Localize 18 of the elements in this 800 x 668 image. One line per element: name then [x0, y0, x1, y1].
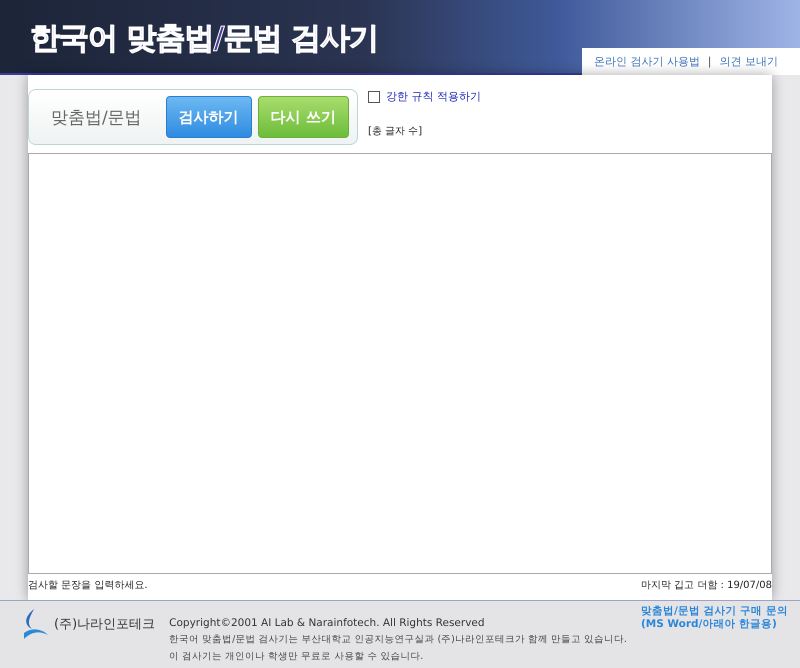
header-link[interactable]: 온라인 검사기 사용법 — [594, 54, 700, 69]
toolbar-label: 맞춤법/문법 — [51, 106, 142, 128]
company-name: (주)나라인포테크 — [54, 616, 156, 633]
purchase-link[interactable]: 맞춤법/문법 검사기 구매 문의 (MS Word/아래아 한글용) — [640, 605, 788, 668]
header-link[interactable]: 의견 보내기 — [720, 54, 778, 69]
rewrite-button[interactable]: 다시 쓰기 — [258, 96, 349, 138]
footer-note: 한국어 맞춤법/문법 검사기는 부산대학교 인공지능연구실과 (주)나라인포테크가 함께 만들고 있습니다. — [169, 633, 627, 646]
checkbox-label: 강한 규칙 적용하기 — [386, 89, 481, 104]
input-hint: 검사할 문장을 입력하세요. — [28, 579, 148, 592]
check-button[interactable]: 검사하기 — [166, 96, 252, 138]
link-separator: | — [708, 55, 712, 68]
char-count: [총 글자 수] — [368, 125, 424, 138]
page-title: 한국어 맞춤법/문법 검사기 — [30, 20, 378, 58]
copyright-text: Copyright©2001 AI Lab & Narainfotech. All Rights Reserved — [169, 617, 486, 629]
last-update: 마지막 깁고 더함 : 19/07/08 — [641, 579, 772, 592]
footer-note: 이 검사기는 개인이나 학생만 무료로 사용할 수 있습니다. — [169, 650, 424, 663]
text-input-area[interactable] — [28, 153, 772, 574]
rule-checkbox[interactable] — [368, 90, 380, 102]
